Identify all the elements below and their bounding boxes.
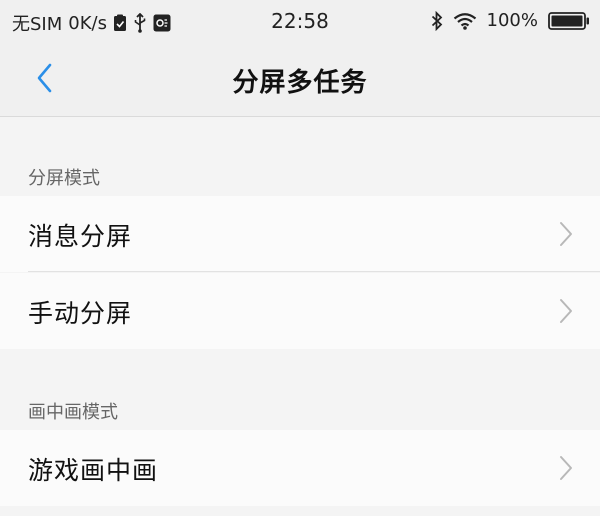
chevron-right-icon [558, 220, 574, 248]
status-bar-right: 100% [431, 10, 590, 31]
status-bar: 无SIM 0K/s 22:58 100% [0, 0, 600, 44]
list-item-manual-split[interactable]: 手动分屏 [0, 273, 600, 349]
battery-icon [548, 11, 590, 31]
battery-percent: 100% [486, 10, 538, 31]
list-item-label: 手动分屏 [28, 299, 133, 328]
chevron-right-icon [558, 454, 574, 482]
chevron-right-icon [558, 297, 574, 325]
settings-screen: 无SIM 0K/s 22:58 100% 分屏多任务 分屏模式 消息分屏 手动分… [0, 0, 600, 516]
wifi-icon [453, 12, 477, 30]
list-item-label: 游戏画中画 [28, 456, 159, 485]
section-header-split-screen: 分屏模式 [28, 168, 100, 189]
title-bar: 分屏多任务 [0, 44, 600, 117]
bluetooth-icon [431, 10, 443, 31]
section-header-picture-in-picture: 画中画模式 [28, 402, 118, 423]
list-item-message-split[interactable]: 消息分屏 [0, 196, 600, 272]
page-title: 分屏多任务 [232, 68, 368, 98]
list-item-game-pip[interactable]: 游戏画中画 [0, 430, 600, 506]
row-divider [28, 271, 600, 272]
list-item-label: 消息分屏 [28, 222, 133, 251]
